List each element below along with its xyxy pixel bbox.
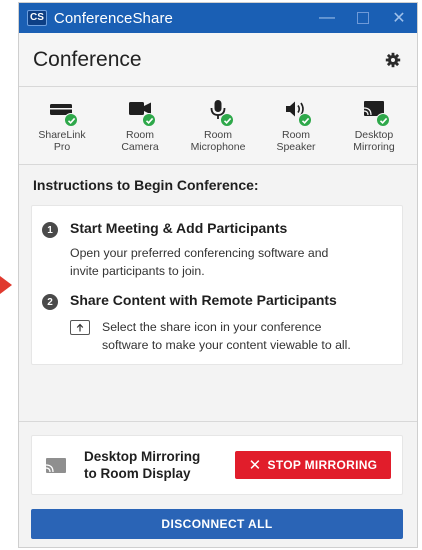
camera-icon (125, 99, 156, 127)
step-number: 1 (42, 222, 58, 238)
instructions-card: 1 Start Meeting & Add Participants Open … (31, 205, 403, 365)
window-controls: — ✕ (309, 3, 417, 33)
step-1: 1 Start Meeting & Add Participants Open … (42, 220, 392, 280)
sharelink-device-icon (47, 99, 78, 127)
speaker-icon (281, 99, 312, 127)
gear-icon[interactable] (385, 52, 401, 68)
pointer-arrow-icon (0, 276, 12, 294)
disconnect-all-label: DISCONNECT ALL (161, 517, 273, 531)
device-desktop-mirroring[interactable]: Desktop Mirroring (337, 99, 411, 153)
device-label: ShareLink Pro (38, 129, 86, 153)
app-title: ConferenceShare (53, 9, 173, 27)
device-label: Room Camera (121, 129, 159, 153)
step-description-line: invite participants to join. (70, 264, 205, 278)
app-window: CS ConferenceShare — ✕ Conference ShareL… (18, 2, 418, 548)
title-bar: CS ConferenceShare — ✕ (19, 3, 417, 33)
close-button[interactable]: ✕ (381, 3, 417, 33)
step-description-line: Open your preferred conferencing softwar… (70, 246, 329, 260)
close-icon: ✕ (392, 10, 406, 27)
instructions-heading: Instructions to Begin Conference: (33, 177, 259, 193)
disconnect-all-button[interactable]: DISCONNECT ALL (31, 509, 403, 539)
page-title: Conference (33, 47, 142, 71)
check-icon (64, 113, 78, 127)
step-title: Start Meeting & Add Participants (70, 220, 288, 236)
section-divider (19, 421, 417, 422)
device-room-camera[interactable]: Room Camera (103, 99, 177, 153)
check-icon (142, 113, 156, 127)
step-description-line: Select the share icon in your conference (102, 320, 322, 334)
step-description-line: software to make your content viewable t… (102, 338, 351, 352)
step-description: Select the share icon in your conference… (102, 318, 392, 354)
check-icon (376, 113, 390, 127)
step-description: Open your preferred conferencing softwar… (70, 244, 392, 280)
step-number: 2 (42, 294, 58, 310)
device-status-bar: ShareLink Pro Room Camera Room Microphon… (19, 87, 417, 165)
stop-mirroring-button[interactable]: ✕ STOP MIRRORING (235, 451, 391, 479)
stop-mirroring-label: STOP MIRRORING (267, 458, 378, 472)
step-title: Share Content with Remote Participants (70, 292, 337, 308)
check-icon (298, 113, 312, 127)
device-label: Room Microphone (190, 129, 246, 153)
minimize-icon: — (319, 9, 335, 26)
cast-icon (44, 456, 68, 476)
mirroring-label: Desktop Mirroring to Room Display (84, 449, 201, 481)
device-room-microphone[interactable]: Room Microphone (181, 99, 255, 153)
maximize-icon (357, 12, 369, 24)
close-icon: ✕ (248, 456, 262, 474)
microphone-icon (203, 99, 234, 127)
cast-icon (359, 99, 390, 127)
device-label: Desktop Mirroring (353, 129, 395, 153)
page-header: Conference (19, 33, 417, 87)
step-2: 2 Share Content with Remote Participants… (42, 292, 392, 358)
minimize-button[interactable]: — (309, 3, 345, 33)
device-label: Room Speaker (276, 129, 316, 153)
mirroring-panel: Desktop Mirroring to Room Display ✕ STOP… (31, 435, 403, 495)
check-icon (220, 113, 234, 127)
share-upload-icon (70, 320, 90, 335)
maximize-button[interactable] (345, 3, 381, 33)
device-room-speaker[interactable]: Room Speaker (259, 99, 333, 153)
device-sharelink-pro[interactable]: ShareLink Pro (25, 99, 99, 153)
app-logo: CS (27, 10, 47, 26)
